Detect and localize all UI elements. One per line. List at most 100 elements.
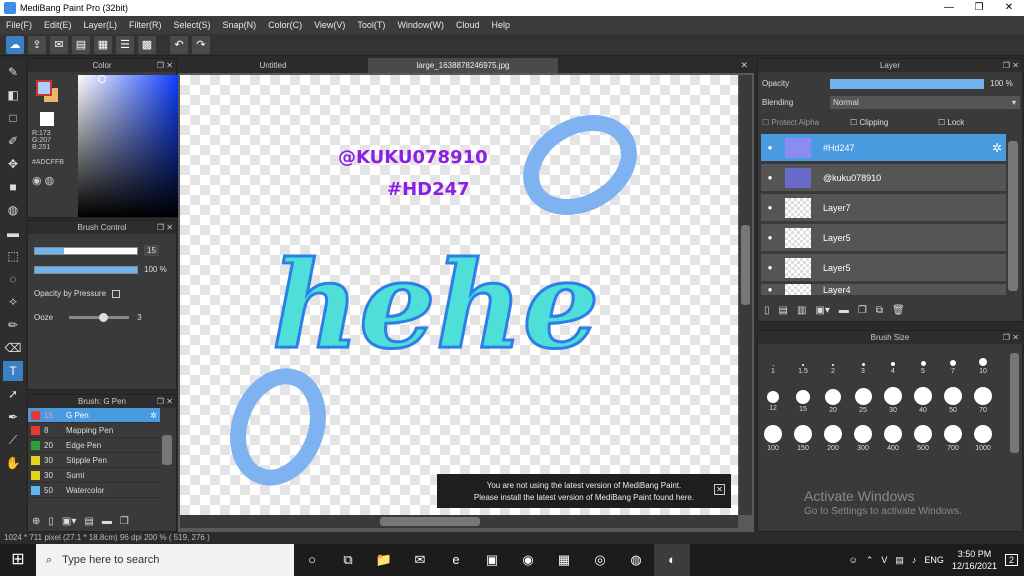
new-layer-icon[interactable]: ▯ — [764, 305, 770, 316]
menu-color[interactable]: Color(C) — [262, 20, 308, 30]
brush-opacity-slider[interactable] — [34, 265, 138, 274]
panel-close-icon[interactable]: ❐ ✕ — [157, 221, 173, 234]
lock-option[interactable]: ☐ Lock — [938, 118, 964, 127]
undo-icon[interactable]: ↶ — [170, 35, 188, 54]
select-pen-tool-icon[interactable]: ✏ — [3, 315, 23, 335]
brush-size-cell[interactable]: 1 — [758, 355, 788, 375]
layer-row[interactable]: ● Layer5 — [761, 224, 1006, 252]
vivaldi-tray-icon[interactable]: V — [881, 555, 887, 565]
palette-icon[interactable]: ◉ ◍ — [32, 174, 74, 187]
protect-alpha-option[interactable]: ☐ Protect Alpha — [762, 118, 819, 127]
windows-start-icon[interactable]: ⊞ — [0, 544, 36, 576]
text-tool-icon[interactable]: T — [3, 361, 23, 381]
visibility-icon[interactable]: ● — [761, 173, 779, 182]
layer-row[interactable]: ● Layer7 — [761, 194, 1006, 222]
folder-icon[interactable]: ▬ — [102, 516, 112, 527]
menu-view[interactable]: View(V) — [308, 20, 351, 30]
edge-browser-icon[interactable]: e — [438, 544, 474, 576]
zoom-icon[interactable]: ◉ — [510, 544, 546, 576]
primary-color-swatch[interactable] — [36, 80, 52, 96]
menu-select[interactable]: Select(S) — [168, 20, 217, 30]
brush-size-cell[interactable]: 4 — [878, 355, 908, 375]
layer-row[interactable]: ● Layer5 — [761, 254, 1006, 282]
saturation-value-picker[interactable] — [78, 75, 184, 217]
people-icon[interactable]: ☺ — [849, 555, 858, 565]
add-layer-menu-icon[interactable]: ▣▾ — [815, 305, 829, 316]
update-notification[interactable]: You are not using the latest version of … — [437, 474, 731, 508]
file-explorer-icon[interactable]: 📁 — [366, 544, 402, 576]
mail-icon[interactable]: ✉ — [402, 544, 438, 576]
brush-item[interactable]: 20 Edge Pen — [28, 438, 160, 453]
rectangle-tool-icon[interactable]: □ — [3, 108, 23, 128]
divide-tool-icon[interactable]: ⟋ — [3, 430, 23, 450]
hand-tool-icon[interactable]: ✋ — [3, 453, 23, 473]
brush-size-cell[interactable]: 100 — [758, 425, 788, 452]
copy-brush-icon[interactable]: ❐ — [120, 516, 129, 527]
menu-edit[interactable]: Edit(E) — [38, 20, 78, 30]
visibility-icon[interactable]: ● — [761, 143, 779, 152]
brush-size-cell[interactable]: 7 — [938, 355, 968, 375]
tray-chevron-icon[interactable]: ⌃ — [866, 555, 874, 566]
clipping-option[interactable]: ☐ Clipping — [850, 118, 888, 127]
brush-size-cell[interactable]: 300 — [848, 425, 878, 452]
gear-icon[interactable]: ✲ — [992, 141, 1002, 155]
menu-filter[interactable]: Filter(R) — [123, 20, 168, 30]
operation-tool-icon[interactable]: ➚ — [3, 384, 23, 404]
transparent-swatch[interactable] — [40, 112, 54, 126]
panel-close-icon[interactable]: ❐ ✕ — [157, 395, 173, 408]
brush-size-scrollbar[interactable] — [1010, 353, 1019, 453]
zalo-icon[interactable]: ◍ — [618, 544, 654, 576]
new-8bit-layer-icon[interactable]: ▥ — [797, 305, 806, 316]
new-brush-icon[interactable]: ▯ — [48, 516, 54, 527]
eraser-tool-icon[interactable]: ◧ — [3, 85, 23, 105]
brush-size-cell[interactable]: 25 — [848, 387, 878, 414]
language-indicator[interactable]: ENG — [924, 555, 944, 565]
visibility-icon[interactable]: ● — [761, 233, 779, 242]
tab-large-jpg[interactable]: large_1638878246975.jpg — [368, 58, 558, 73]
store-icon[interactable]: ▦ — [546, 544, 582, 576]
merge-layer-icon[interactable]: ⧉ — [876, 305, 883, 316]
panel-icon[interactable]: ▦ — [94, 35, 112, 54]
brush-size-cell[interactable]: 400 — [878, 425, 908, 452]
visibility-icon[interactable]: ● — [761, 285, 779, 294]
gear-icon[interactable]: ✲ — [150, 411, 157, 420]
brush-size-cell[interactable]: 20 — [818, 387, 848, 414]
ooze-slider[interactable] — [69, 313, 130, 322]
visibility-icon[interactable]: ● — [761, 263, 779, 272]
list-icon[interactable]: ☰ — [116, 35, 134, 54]
brush-item[interactable]: 30 Stipple Pen — [28, 453, 160, 468]
dot-tool-icon[interactable]: ✐ — [3, 131, 23, 151]
visibility-icon[interactable]: ● — [761, 203, 779, 212]
brush-settings-icon[interactable]: ▤ — [84, 516, 93, 527]
brush-item[interactable]: 50 Watercolor — [28, 483, 160, 498]
bucket-tool-icon[interactable]: ◍ — [3, 200, 23, 220]
brush-size-cell[interactable]: 70 — [968, 387, 998, 414]
menu-layer[interactable]: Layer(L) — [78, 20, 124, 30]
delete-layer-icon[interactable]: 🗑 — [892, 305, 905, 316]
minimize-button[interactable]: — — [934, 0, 964, 16]
brush-size-cell[interactable]: 12 — [758, 387, 788, 412]
brush-size-cell[interactable]: 200 — [818, 425, 848, 452]
menu-snap[interactable]: Snap(N) — [217, 20, 263, 30]
document-icon[interactable]: ▤ — [72, 35, 90, 54]
move-tool-icon[interactable]: ✥ — [3, 154, 23, 174]
clock[interactable]: 3:50 PM 12/16/2021 — [952, 548, 997, 572]
panel-close-icon[interactable]: ❐ ✕ — [1003, 59, 1019, 72]
add-brush-icon[interactable]: ⊕ — [32, 516, 40, 527]
brush-size-cell[interactable]: 30 — [878, 387, 908, 414]
lasso-tool-icon[interactable]: ◌ — [3, 269, 23, 289]
comment-icon[interactable]: ✉ — [50, 35, 68, 54]
eyedropper-tool-icon[interactable]: ✒ — [3, 407, 23, 427]
drawing-canvas[interactable]: @KUKU078910 #HD247 hehe — [180, 75, 738, 515]
close-icon[interactable]: ✕ — [714, 484, 725, 495]
sv-cursor[interactable] — [98, 75, 106, 83]
brush-size-cell[interactable]: 150 — [788, 425, 818, 452]
panel-close-icon[interactable]: ❐ ✕ — [1003, 331, 1019, 344]
brush-size-cell[interactable]: 50 — [938, 387, 968, 414]
redo-icon[interactable]: ↷ — [192, 35, 210, 54]
medibang-taskbar-icon[interactable]: ◐ — [654, 544, 690, 576]
brush-size-cell[interactable]: 700 — [938, 425, 968, 452]
brush-menu-icon[interactable]: ▣▾ — [62, 516, 76, 527]
duplicate-layer-icon[interactable]: ❐ — [858, 305, 867, 316]
network-icon[interactable]: ▤ — [895, 555, 904, 566]
